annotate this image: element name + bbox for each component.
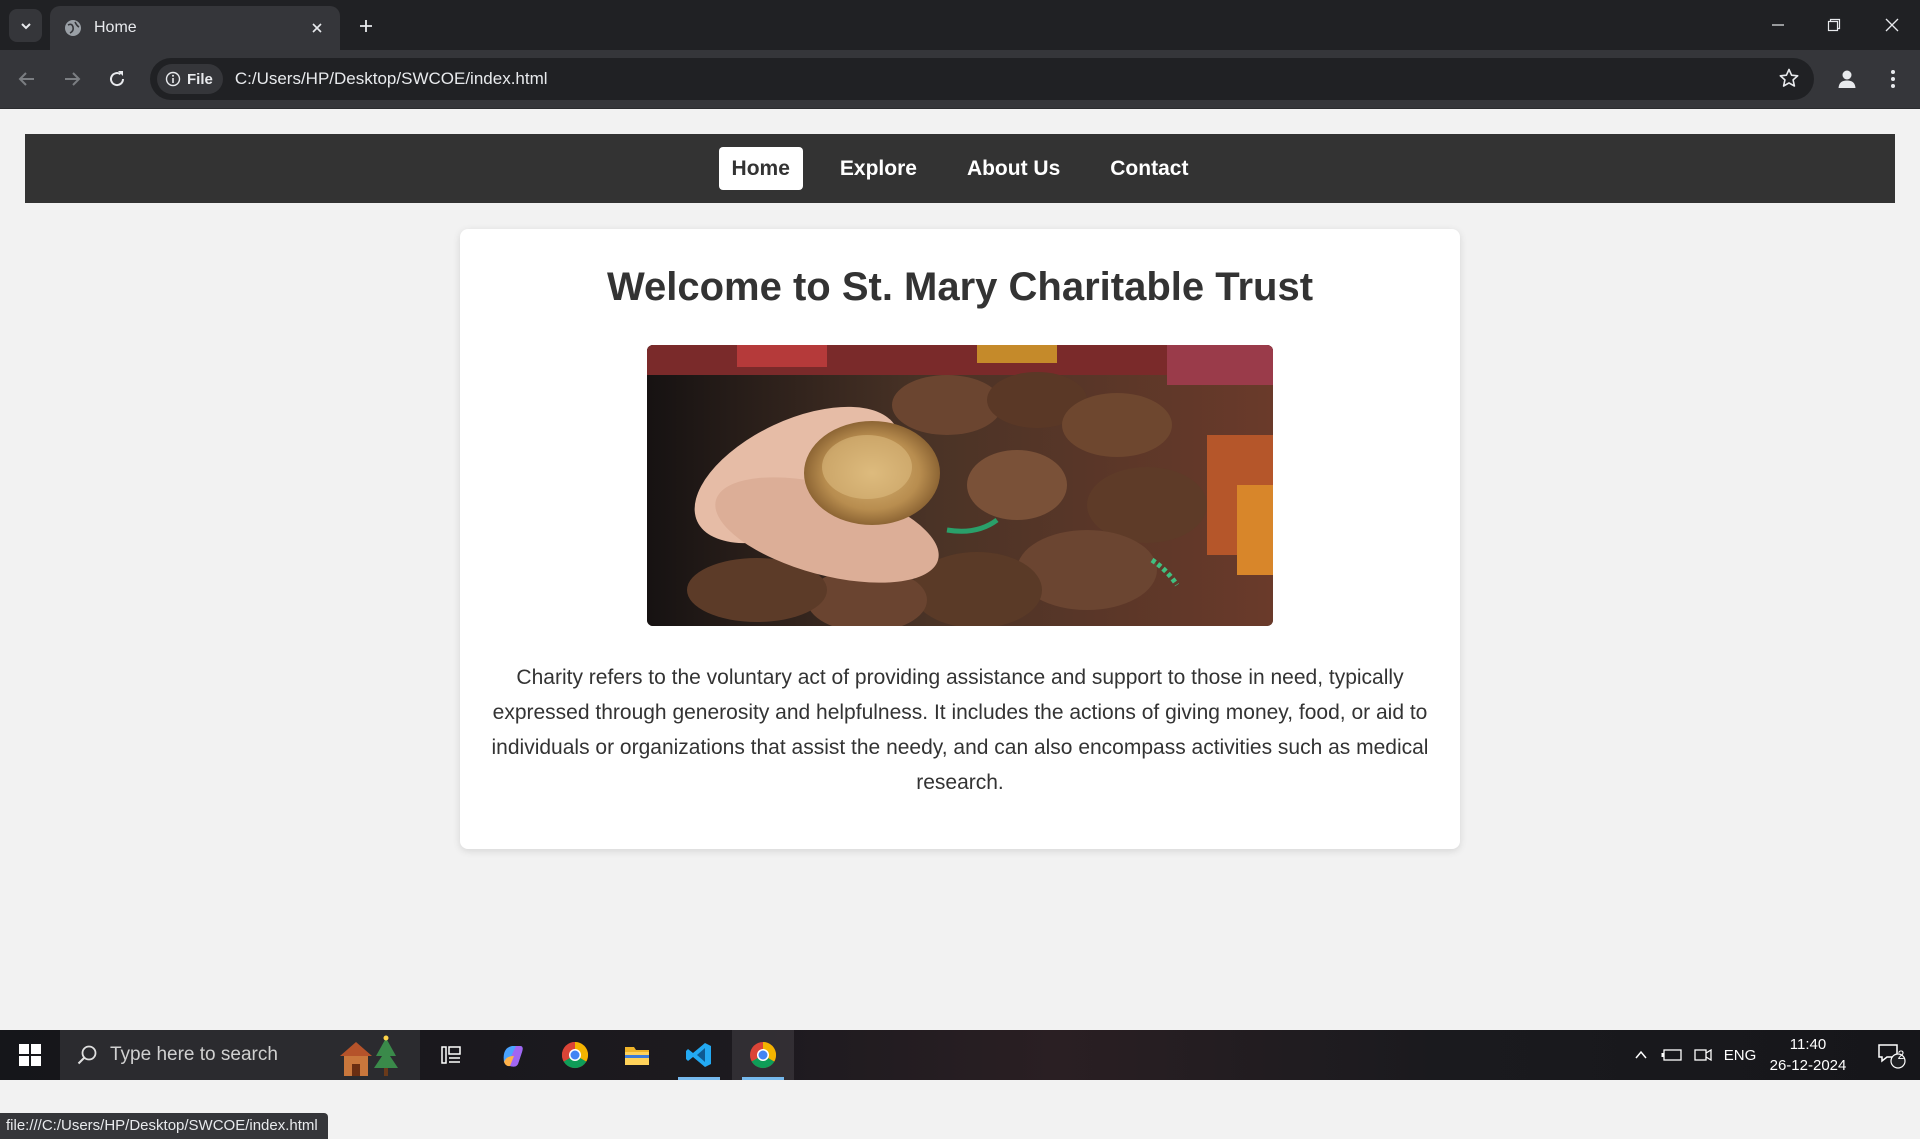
windows-logo-icon <box>19 1044 41 1066</box>
taskbar-clock[interactable]: 11:40 26-12-2024 <box>1768 1034 1848 1076</box>
taskbar-chrome-profile[interactable] <box>544 1030 606 1080</box>
chrome-icon <box>561 1041 589 1069</box>
site-info-chip[interactable]: File <box>157 64 223 94</box>
info-icon <box>165 71 181 87</box>
browser-toolbar: File C:/Users/HP/Desktop/SWCOE/index.htm… <box>0 50 1920 109</box>
nav-about-us[interactable]: About Us <box>954 147 1073 190</box>
browser-menu-button[interactable] <box>1876 62 1910 96</box>
tab-search-button[interactable] <box>9 9 42 42</box>
tab-title: Home <box>94 19 137 36</box>
more-vertical-icon <box>1891 70 1895 88</box>
profile-button[interactable] <box>1830 62 1864 96</box>
browser-tab-home[interactable]: Home <box>50 6 340 50</box>
bookmark-star-icon[interactable] <box>1778 67 1800 94</box>
minimize-button[interactable] <box>1750 0 1806 50</box>
language-indicator[interactable]: ENG <box>1720 1030 1760 1080</box>
holiday-house-tree-icon <box>340 1035 398 1076</box>
back-button[interactable] <box>10 62 44 96</box>
taskbar-vscode[interactable] <box>668 1030 730 1080</box>
chevron-up-icon <box>1635 1050 1647 1059</box>
copilot-icon <box>503 1046 523 1067</box>
taskbar-copilot[interactable] <box>482 1030 544 1080</box>
chrome-icon <box>750 1041 777 1069</box>
nav-home[interactable]: Home <box>718 147 803 190</box>
task-view-icon <box>441 1046 461 1064</box>
content-card: Welcome to St. Mary Charitable Trust Cha… <box>460 229 1460 849</box>
web-page: Home Explore About Us Contact Welcome to… <box>0 109 1920 1139</box>
browser-titlebar: Home <box>0 0 1920 50</box>
link-status-url: file:///C:/Users/HP/Desktop/SWCOE/index.… <box>0 1113 328 1139</box>
task-view-button[interactable] <box>420 1030 482 1080</box>
camera-icon <box>1694 1048 1712 1062</box>
clock-time: 11:40 <box>1789 1036 1827 1053</box>
start-button[interactable] <box>0 1030 60 1080</box>
chevron-down-icon <box>20 22 31 29</box>
nav-explore[interactable]: Explore <box>827 147 930 190</box>
new-tab-button[interactable] <box>352 12 380 40</box>
folder-icon <box>625 1047 649 1065</box>
intro-paragraph: Charity refers to the voluntary act of p… <box>491 666 1429 794</box>
battery-tray[interactable] <box>1658 1030 1686 1080</box>
reload-icon <box>110 71 125 87</box>
reload-button[interactable] <box>100 62 134 96</box>
minimize-icon <box>1772 24 1784 26</box>
windows-taskbar: Type here to search ENG 11:40 26-12-2024… <box>0 1030 1920 1080</box>
restore-icon <box>1827 18 1841 32</box>
close-icon <box>1885 18 1899 32</box>
tab-close-icon[interactable] <box>306 17 328 39</box>
arrow-right-icon <box>65 72 81 86</box>
arrow-left-icon <box>18 72 34 86</box>
site-navbar: Home Explore About Us Contact <box>25 134 1895 203</box>
person-icon <box>1838 70 1856 88</box>
battery-icon <box>1661 1049 1682 1061</box>
taskbar-chrome-active[interactable] <box>732 1030 794 1080</box>
address-bar[interactable]: File C:/Users/HP/Desktop/SWCOE/index.htm… <box>150 58 1814 100</box>
taskbar-file-explorer[interactable] <box>606 1030 668 1080</box>
file-chip-label: File <box>187 70 213 88</box>
vscode-icon <box>686 1043 711 1067</box>
search-icon <box>77 1045 97 1065</box>
close-window-button[interactable] <box>1864 0 1920 50</box>
page-heading: Welcome to St. Mary Charitable Trust <box>606 265 1314 309</box>
clock-date: 26-12-2024 <box>1769 1057 1847 1074</box>
restore-button[interactable] <box>1806 0 1862 50</box>
search-placeholder: Type here to search <box>110 1044 278 1065</box>
url-text[interactable]: C:/Users/HP/Desktop/SWCOE/index.html <box>235 69 548 89</box>
forward-button[interactable] <box>55 62 89 96</box>
notification-center-button[interactable]: 2 <box>1866 1030 1916 1080</box>
plus-icon <box>360 20 372 32</box>
nav-contact[interactable]: Contact <box>1097 147 1201 190</box>
network-tray[interactable] <box>1690 1030 1716 1080</box>
hero-image <box>647 345 1273 626</box>
notification-count: 2 <box>1897 1048 1905 1062</box>
show-hidden-icons-button[interactable] <box>1628 1030 1654 1080</box>
hands-with-grain-image <box>647 345 1273 626</box>
globe-icon <box>65 20 81 36</box>
taskbar-search[interactable]: Type here to search <box>60 1030 420 1080</box>
